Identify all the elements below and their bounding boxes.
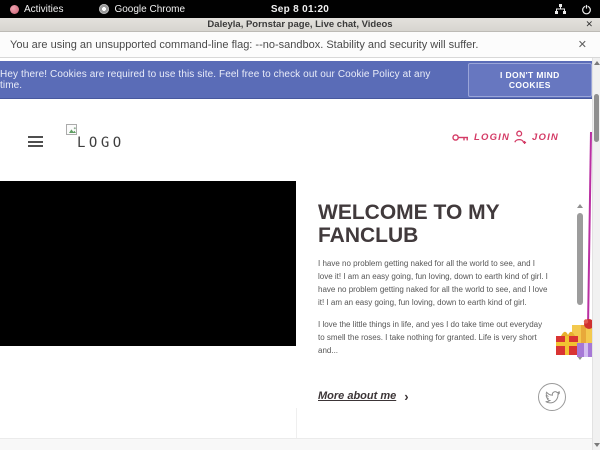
chrome-infobar: You are using an unsupported command-lin…	[0, 32, 600, 58]
video-player[interactable]	[0, 181, 296, 346]
welcome-heading: WELCOME TO MY FANCLUB	[318, 201, 523, 247]
menu-hamburger-icon[interactable]	[28, 136, 43, 150]
cookie-accept-button[interactable]: I DON'T MIND COOKIES	[468, 63, 592, 97]
activities-hot-corner-icon	[10, 5, 19, 14]
cookie-consent-bar: Hey there! Cookies are required to use t…	[0, 61, 592, 99]
network-icon[interactable]	[554, 3, 567, 15]
cookie-message: Hey there! Cookies are required to use t…	[0, 69, 455, 91]
scrollbar-down-icon[interactable]	[594, 443, 600, 447]
person-add-icon	[514, 130, 527, 144]
twitter-button[interactable]	[538, 383, 566, 411]
column-divider	[296, 408, 297, 438]
activities-button[interactable]: Activities	[2, 0, 71, 18]
app-menu-label: Google Chrome	[114, 4, 185, 15]
login-button[interactable]: LOGIN	[452, 132, 510, 143]
browser-scrollbar[interactable]	[592, 58, 600, 450]
infobar-message: You are using an unsupported command-lin…	[10, 39, 478, 51]
infobar-close-icon[interactable]: ✕	[578, 38, 587, 51]
chevron-right-icon: ›	[404, 391, 408, 402]
bio-scroll-area[interactable]: WELCOME TO MY FANCLUB I have no problem …	[318, 201, 564, 359]
window-close-icon[interactable]: ✕	[585, 19, 593, 30]
key-icon	[452, 132, 469, 143]
bio-paragraph: I have no problem getting naked for all …	[318, 257, 548, 309]
activities-label: Activities	[24, 4, 63, 15]
clock-label: Sep 8 01:20	[271, 4, 329, 15]
bio-paragraph: I love the little things in life, and ye…	[318, 318, 548, 357]
scrollbar-thumb[interactable]	[594, 94, 599, 142]
logo-alt-text: LOGO	[77, 135, 125, 151]
scrollbar-up-icon[interactable]	[594, 61, 600, 65]
login-label: LOGIN	[474, 132, 510, 143]
system-tray	[554, 0, 592, 18]
broken-image-icon	[66, 124, 77, 135]
screen: Activities Google Chrome Sep 8 01:20 Dal…	[0, 0, 600, 450]
app-menu-google-chrome[interactable]: Google Chrome	[91, 0, 193, 18]
window-title: Daleyla, Pornstar page, Live chat, Video…	[207, 19, 392, 30]
site-logo[interactable]: LOGO	[64, 122, 124, 154]
more-about-me-label: More about me	[318, 390, 396, 402]
clock-menu[interactable]: Sep 8 01:20	[271, 0, 329, 18]
twitter-bird-icon	[545, 391, 560, 404]
gnome-top-bar: Activities Google Chrome Sep 8 01:20	[0, 0, 600, 18]
more-about-me-link[interactable]: More about me ›	[318, 390, 409, 402]
chrome-icon	[99, 4, 109, 14]
page-bottom-strip	[0, 438, 592, 450]
window-titlebar[interactable]: Daleyla, Pornstar page, Live chat, Video…	[0, 18, 600, 32]
power-icon[interactable]	[581, 4, 592, 15]
